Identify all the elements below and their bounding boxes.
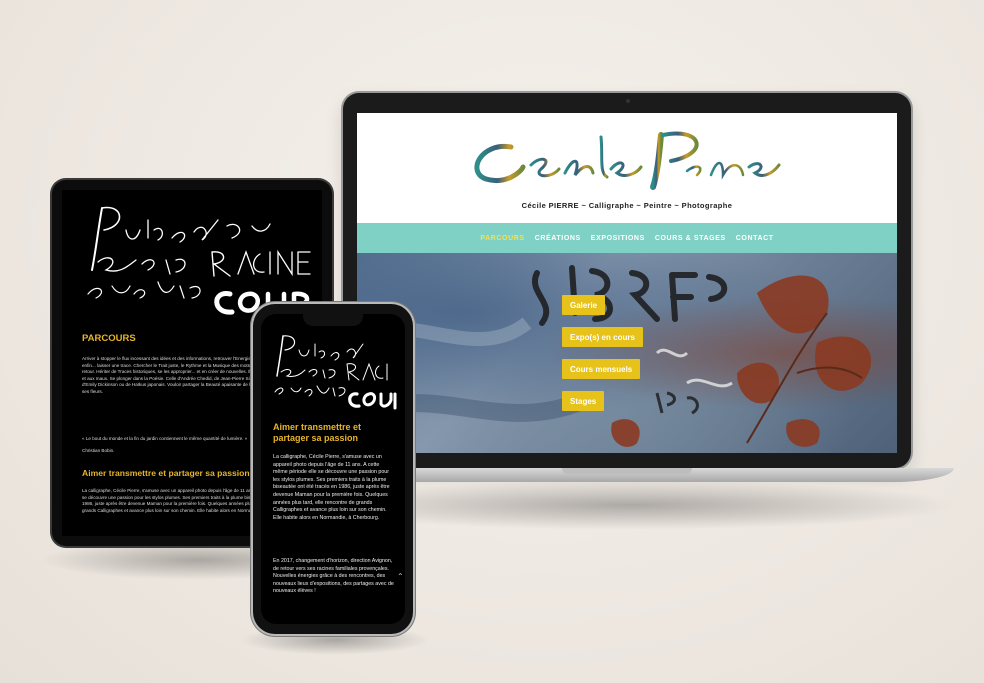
nav-creations[interactable]: CRÉATIONS [535,235,581,242]
tablet-transmettre-heading: Aimer transmettre et partager sa passion [82,468,250,478]
camera-icon [626,99,630,103]
phone-screen: Aimer transmettre et partager sa passion… [261,314,405,624]
nav-cours-stages[interactable]: COURS & STAGES [655,235,726,242]
laptop-screen: Cécile PIERRE ~ Calligraphe ~ Peintre ~ … [357,113,897,453]
site-header: Cécile PIERRE ~ Calligraphe ~ Peintre ~ … [357,113,897,223]
expos-en-cours-button[interactable]: Expo(s) en cours [562,327,643,347]
galerie-button[interactable]: Galerie [562,295,606,315]
chevron-up-icon[interactable]: ⌃ [397,572,404,581]
tablet-parcours-heading: PARCOURS [82,333,136,344]
nav-contact[interactable]: CONTACT [736,235,774,242]
phone-avignon-text: En 2017, changement d'horizon, direction… [273,558,394,595]
phone-device: Aimer transmettre et partager sa passion… [253,304,413,634]
main-nav: PARCOURS CRÉATIONS EXPOSITIONS COURS & S… [357,223,897,253]
hero-artwork: Galerie Expo(s) en cours Cours mensuels … [357,253,897,453]
phone-transmettre-heading: Aimer transmettre et partager sa passion [273,422,362,443]
phone-calligraphy-banner [274,335,397,410]
calligraphy-banner [87,206,315,317]
site-logo[interactable] [461,117,791,199]
laptop-notch [562,468,692,474]
stages-button[interactable]: Stages [562,391,605,411]
site-tagline: Cécile PIERRE ~ Calligraphe ~ Peintre ~ … [521,201,733,210]
cours-mensuels-button[interactable]: Cours mensuels [562,359,641,379]
nav-expositions[interactable]: EXPOSITIONS [591,235,645,242]
nav-parcours[interactable]: PARCOURS [480,235,524,242]
phone-transmettre-text: La calligraphe, Cécile Pierre, s'amuse a… [273,454,390,521]
hero-painting [357,265,872,447]
laptop-device: Cécile PIERRE ~ Calligraphe ~ Peintre ~ … [343,93,911,468]
phone-notch [303,314,363,326]
